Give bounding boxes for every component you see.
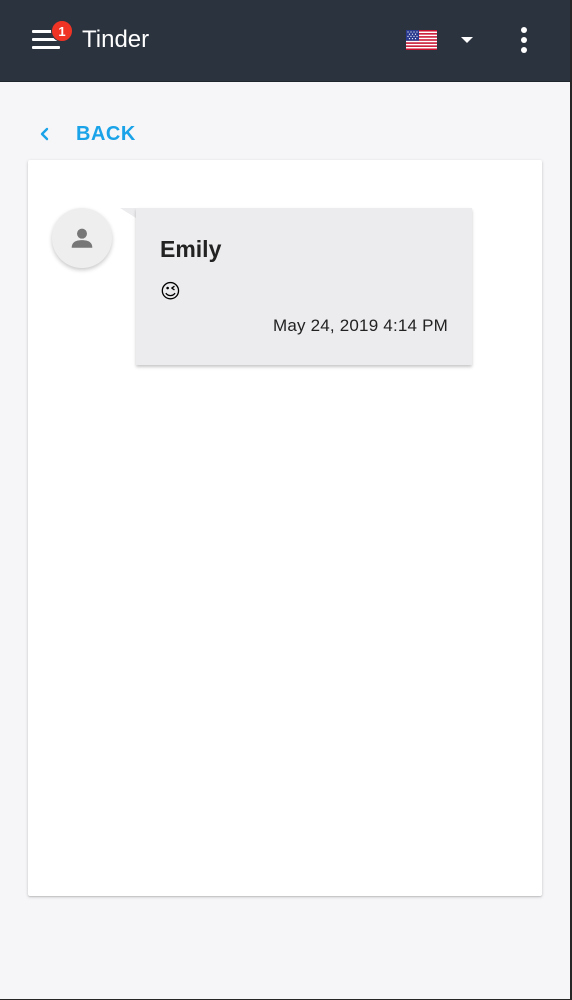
app-bar: 1 Tinder [0,0,570,82]
back-label: BACK [76,122,136,145]
avatar[interactable] [52,208,112,268]
bubble-tail [120,208,136,218]
app-title: Tinder [82,26,150,53]
sender-name: Emily [160,236,222,262]
chevron-left-icon [40,127,49,141]
more-vert-icon[interactable] [516,26,532,54]
message-text: 😉 [160,281,181,303]
person-icon [71,228,93,248]
notification-badge: 1 [51,20,73,42]
app-frame: 1 Tinder BACK Emily 😉 May 24, 2019 4:14 … [0,0,570,999]
language-dropdown-caret-icon[interactable] [461,37,473,43]
us-flag-icon[interactable] [406,30,437,50]
back-button[interactable]: BACK [38,118,136,150]
conversation-card: Emily 😉 May 24, 2019 4:14 PM [28,160,542,896]
message-bubble: Emily 😉 May 24, 2019 4:14 PM [136,208,472,365]
message-timestamp: May 24, 2019 4:14 PM [272,316,448,335]
